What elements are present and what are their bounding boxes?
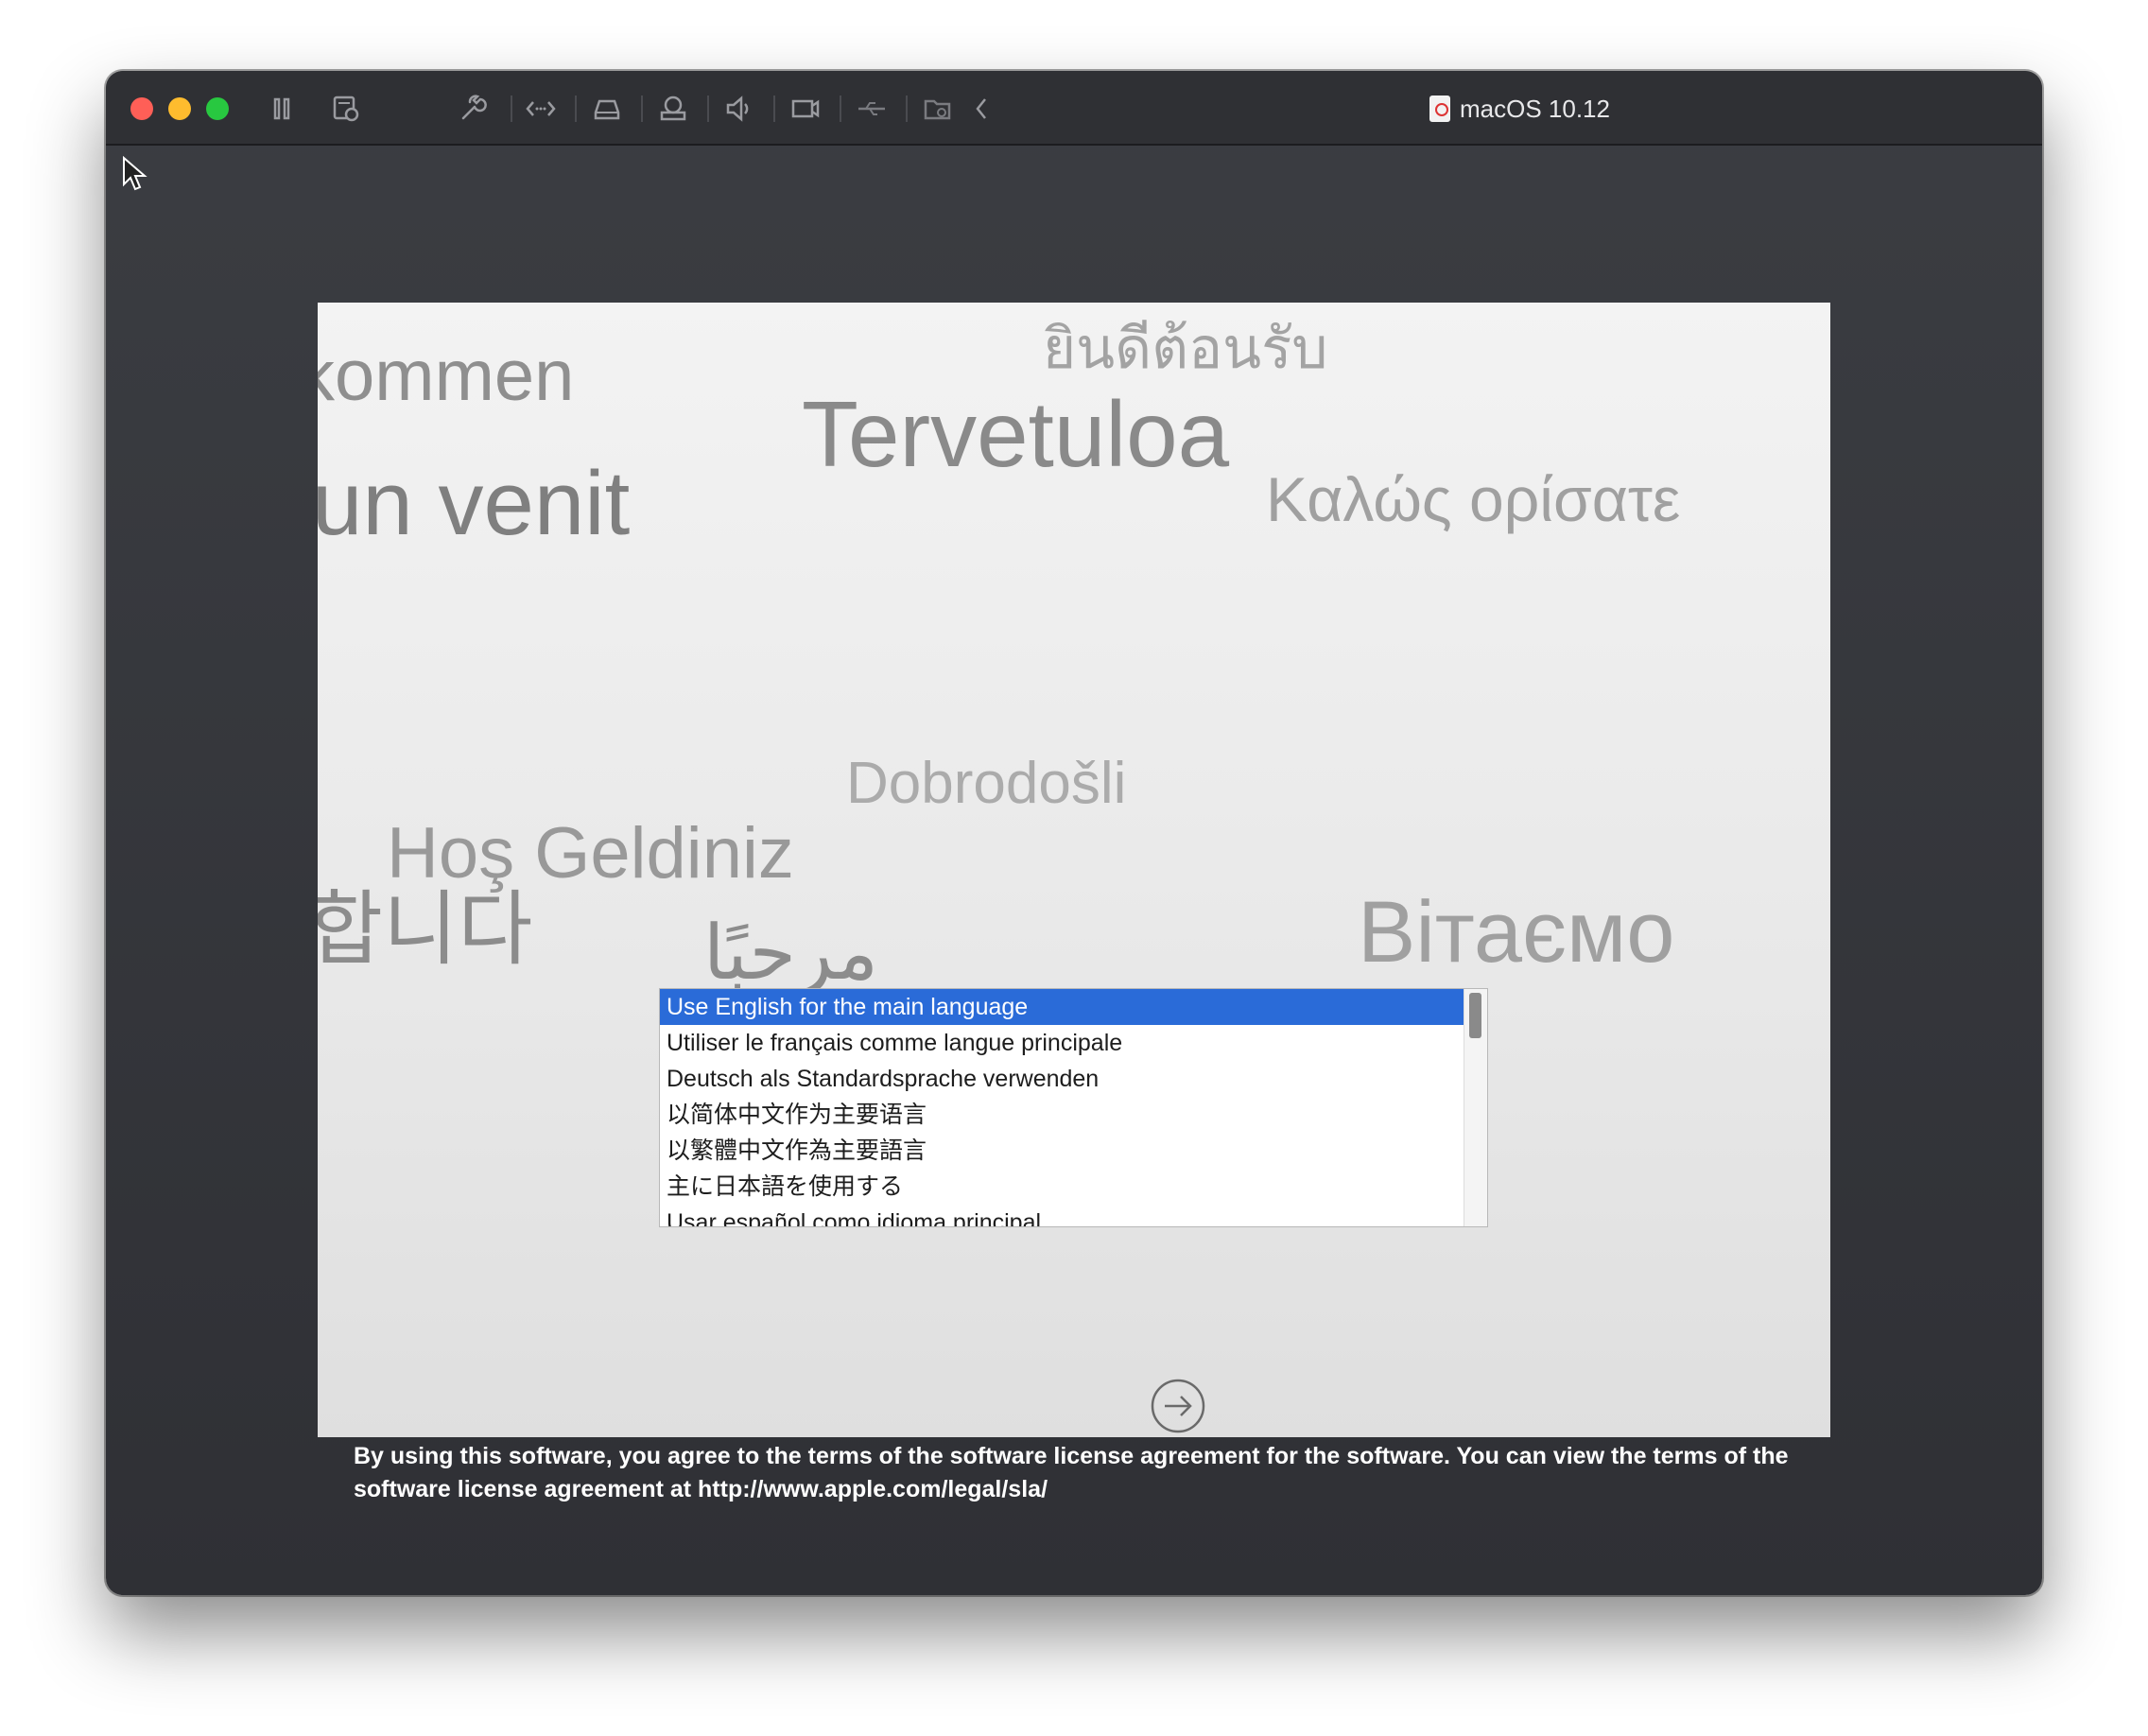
welcome-word-turkish: Hoş Geldiniz: [387, 813, 794, 894]
language-list-item[interactable]: 以简体中文作为主要语言: [660, 1097, 1464, 1133]
toolbar-separator: [707, 95, 709, 122]
printer-icon[interactable]: [656, 92, 690, 126]
welcome-word-croatian: Dobrodošli: [846, 751, 1127, 816]
welcome-word-romanian: un venit: [318, 453, 631, 554]
sound-icon[interactable]: [722, 92, 756, 126]
toolbar-separator: [641, 95, 643, 122]
welcome-word-ukrainian: Вітаємо: [1358, 884, 1675, 981]
language-list-item-selected[interactable]: Use English for the main language: [660, 989, 1464, 1025]
toolbar-separator: [773, 95, 775, 122]
continue-arrow-icon[interactable]: [1150, 1378, 1206, 1434]
language-list-item[interactable]: 主に日本語を使用する: [660, 1169, 1464, 1205]
language-list-item[interactable]: 以繁體中文作為主要語言: [660, 1133, 1464, 1169]
license-agreement-text: By using this software, you agree to the…: [354, 1443, 1789, 1502]
language-list-scrollbar[interactable]: [1464, 989, 1487, 1226]
zoom-button[interactable]: [206, 97, 229, 120]
mouse-cursor-icon: [123, 156, 147, 191]
close-button[interactable]: [130, 97, 153, 120]
language-list-item[interactable]: Utiliser le français comme langue princi…: [660, 1025, 1464, 1061]
pause-icon[interactable]: [265, 92, 299, 126]
usb-icon[interactable]: [855, 92, 889, 126]
code-arrows-icon[interactable]: [524, 92, 558, 126]
toolbar-separator: [575, 95, 577, 122]
settings-wrench-icon[interactable]: [456, 92, 490, 126]
minimize-button[interactable]: [168, 97, 191, 120]
installer-welcome-screen: ยินดีต้อนรับ kommen Tervetuloa un venit …: [318, 303, 1830, 1437]
toolbar-separator: [840, 95, 841, 122]
welcome-word-finnish: Tervetuloa: [802, 382, 1230, 486]
vm-window: macOS 10.12 ยินดีต้อนรับ kommen Tervetul…: [106, 71, 2042, 1595]
toolbar-separator: [511, 95, 512, 122]
scrollbar-thumb[interactable]: [1469, 993, 1481, 1038]
welcome-word-greek: Καλώς ορίσατε: [1266, 464, 1681, 534]
language-list[interactable]: Use English for the main language Utilis…: [659, 988, 1488, 1227]
welcome-word-thai: ยินดีต้อนรับ: [1043, 317, 1328, 380]
document-icon: [1429, 95, 1450, 122]
welcome-word-korean: 합니다: [318, 884, 533, 975]
camera-icon[interactable]: [788, 92, 823, 126]
welcome-word-arabic: مرحبًا: [703, 911, 878, 995]
window-title: macOS 10.12: [1429, 90, 1610, 128]
hard-disk-icon[interactable]: [590, 92, 624, 126]
snapshot-icon[interactable]: [329, 92, 363, 126]
shared-folder-icon[interactable]: [921, 92, 955, 126]
title-bar: macOS 10.12: [106, 71, 2042, 146]
window-title-text: macOS 10.12: [1460, 94, 1610, 123]
language-list-item[interactable]: Deutsch als Standardsprache verwenden: [660, 1061, 1464, 1097]
collapse-chevron-icon[interactable]: [966, 92, 1000, 126]
toolbar-separator: [906, 95, 908, 122]
language-list-item[interactable]: Usar español como idioma principal: [660, 1205, 1464, 1226]
welcome-word-dutch: kommen: [318, 336, 575, 416]
